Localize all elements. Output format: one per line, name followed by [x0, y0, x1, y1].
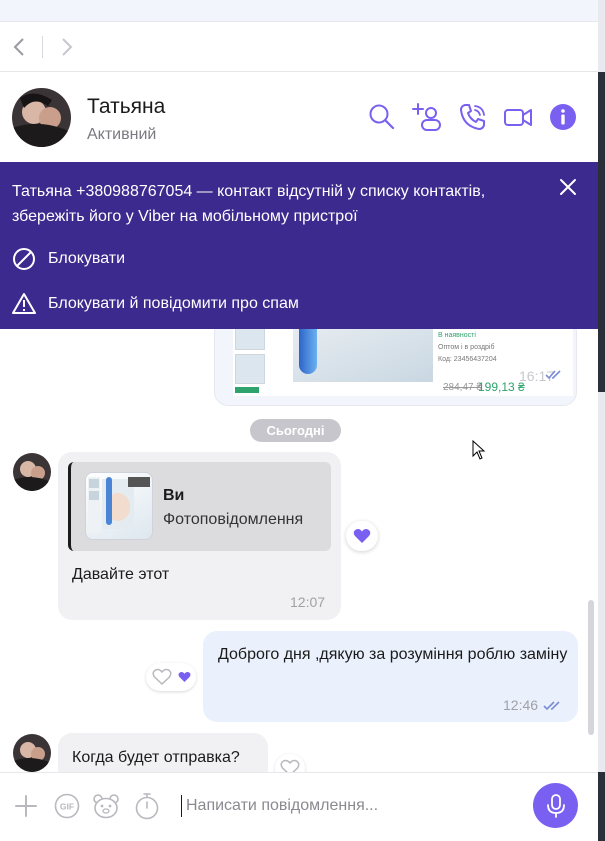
forward-button[interactable] — [54, 34, 80, 60]
contact-status: Активний — [87, 126, 157, 143]
search-button[interactable] — [367, 102, 397, 132]
heart-icon — [353, 529, 371, 543]
contact-avatar[interactable] — [12, 88, 71, 147]
chat-scrollbar[interactable] — [588, 600, 594, 735]
message-list[interactable]: В наявності Оптом і в роздріб Код: 23456… — [0, 329, 598, 772]
reply-thumbnail — [85, 472, 153, 540]
add-participant-button[interactable] — [412, 102, 442, 132]
double-check-icon — [545, 370, 561, 380]
timer-button[interactable] — [133, 792, 161, 820]
chevron-left-icon — [13, 38, 24, 56]
reply-type: Фотоповідомлення — [163, 511, 304, 528]
close-icon — [560, 179, 576, 195]
sticker-button[interactable] — [92, 792, 120, 820]
contact-name[interactable]: Татьяна — [87, 95, 165, 119]
block-icon — [13, 248, 35, 270]
new-price: 199,13 ₴ — [478, 380, 525, 394]
sender-avatar[interactable] — [13, 734, 51, 772]
message-time: 12:46 — [503, 697, 539, 713]
stock-label: В наявності — [438, 332, 476, 339]
reaction-badge[interactable] — [346, 521, 378, 551]
block-and-report-label: Блокувати й повідомити про спам — [48, 295, 299, 312]
heart-outline-icon — [280, 759, 300, 772]
date-separator: Сьогодні — [250, 419, 341, 442]
add-user-icon — [412, 103, 441, 131]
video-camera-icon — [504, 109, 532, 126]
sender-avatar[interactable] — [13, 453, 51, 491]
heart-icon — [178, 671, 190, 683]
reply-quote[interactable]: Ви Фотоповідомлення — [68, 462, 331, 551]
desktop-edge — [598, 0, 605, 841]
wholesale-text: Оптом і в роздріб — [438, 344, 495, 351]
plus-icon — [15, 795, 37, 817]
search-icon — [369, 104, 395, 130]
svg-text:GIF: GIF — [60, 802, 74, 812]
navigation-bar — [0, 22, 598, 72]
sticker-bear-icon — [93, 794, 119, 819]
stopwatch-icon — [135, 793, 159, 820]
incoming-message[interactable]: Ви Фотоповідомлення Давайте этот 12:07 — [58, 452, 341, 620]
product-screenshot: В наявності Оптом і в роздріб Код: 23456… — [233, 329, 573, 396]
voice-message-button[interactable] — [533, 783, 578, 828]
warning-icon — [12, 293, 36, 314]
gif-button[interactable]: GIF — [53, 792, 81, 820]
double-check-icon — [543, 701, 560, 711]
reaction-picker[interactable] — [146, 663, 196, 691]
message-text: Когда будет отправка? — [72, 749, 240, 766]
mouse-pointer-icon — [472, 439, 486, 465]
chevron-right-icon — [62, 38, 73, 56]
message-time: 12:07 — [290, 594, 326, 610]
attach-button[interactable] — [12, 792, 40, 820]
message-text: Доброго дня ,дякую за розуміння роблю за… — [218, 646, 568, 663]
block-button[interactable]: Блокувати — [12, 246, 125, 272]
gif-icon: GIF — [54, 793, 80, 819]
block-and-report-button[interactable]: Блокувати й повідомити про спам — [12, 291, 299, 317]
reply-author: Ви — [163, 487, 185, 504]
unknown-contact-banner: Татьяна +380988767054 — контакт відсутні… — [0, 162, 598, 329]
block-label: Блокувати — [48, 250, 126, 267]
banner-message: Татьяна +380988767054 — контакт відсутні… — [12, 183, 486, 225]
image-message[interactable]: В наявності Оптом і в роздріб Код: 23456… — [214, 329, 577, 406]
window-top-strip — [0, 0, 600, 22]
incoming-message[interactable]: Когда будет отправка? — [58, 733, 268, 772]
reaction-picker[interactable] — [275, 754, 305, 772]
text-caret — [181, 795, 182, 817]
banner-close-button[interactable] — [557, 176, 579, 203]
back-button[interactable] — [6, 34, 32, 60]
info-icon — [550, 104, 576, 130]
message-composer: GIF — [0, 772, 598, 841]
read-status-icon — [545, 368, 563, 386]
microphone-icon — [546, 793, 565, 818]
voice-call-button[interactable] — [458, 102, 488, 132]
product-code: Код: 23456437204 — [438, 356, 497, 363]
message-text: Давайте этот — [72, 566, 170, 583]
read-status-icon — [543, 699, 563, 717]
old-price: 284,47 ₴ — [443, 382, 482, 393]
heart-outline-icon — [151, 668, 172, 686]
chat-info-button[interactable] — [548, 102, 578, 132]
chat-header: Татьяна Активний — [0, 72, 598, 162]
outgoing-message[interactable]: Доброго дня ,дякую за розуміння роблю за… — [203, 631, 578, 722]
message-input[interactable] — [186, 793, 506, 819]
phone-icon — [460, 104, 485, 130]
video-call-button[interactable] — [503, 102, 533, 132]
nav-separator — [42, 36, 43, 58]
